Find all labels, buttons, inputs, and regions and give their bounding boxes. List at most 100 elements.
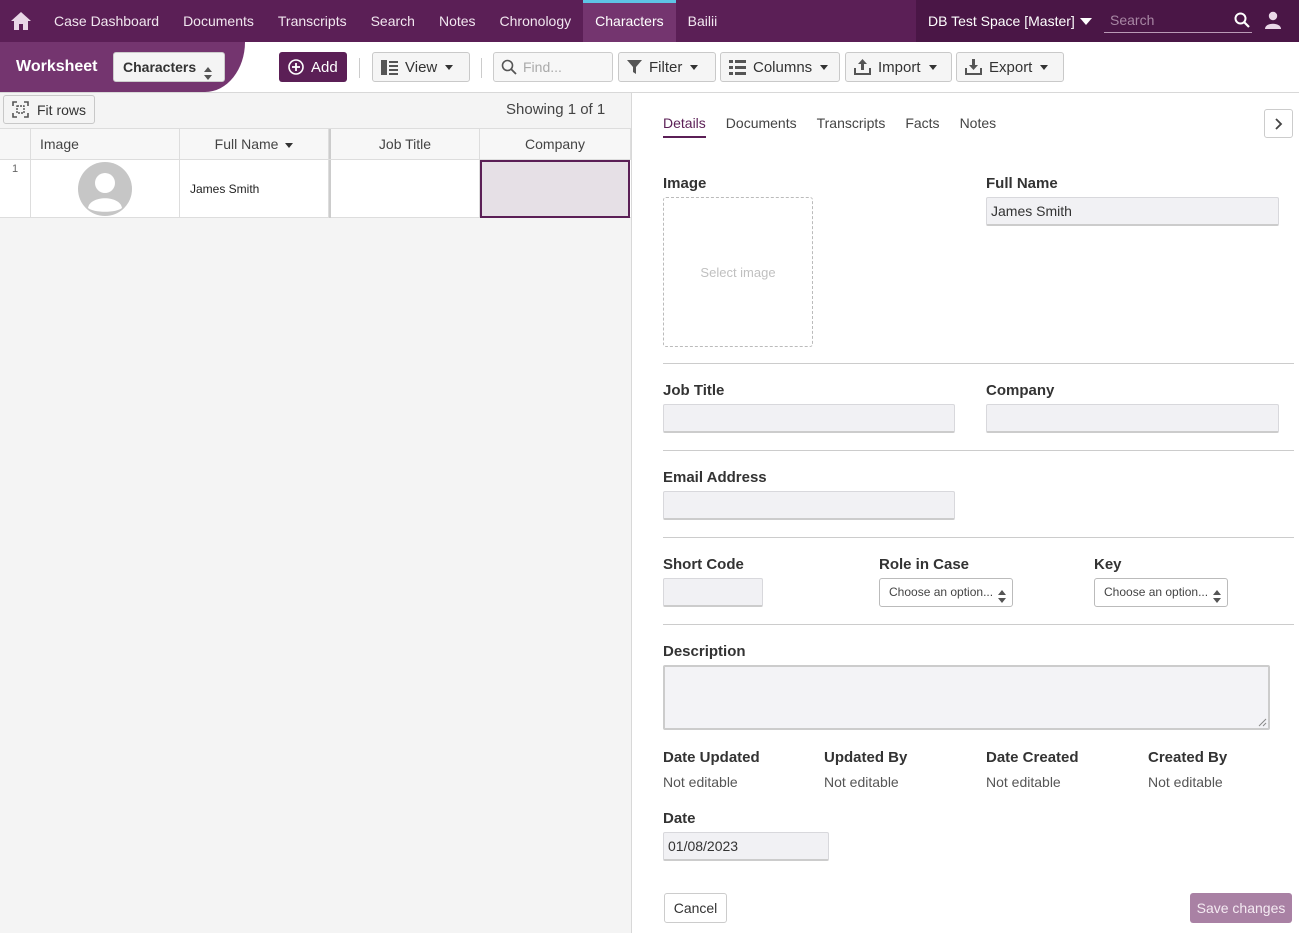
chevron-down-icon[interactable] — [1079, 17, 1092, 25]
image-label: Image — [663, 175, 707, 192]
tab-documents[interactable]: Documents — [726, 115, 797, 138]
column-header-image[interactable]: Image — [31, 129, 180, 159]
nav-case-dashboard[interactable]: Case Dashboard — [42, 0, 171, 42]
job-title-field[interactable] — [663, 404, 955, 433]
sheet-select[interactable]: Characters — [113, 52, 225, 82]
view-button-label: View — [405, 58, 438, 76]
date-label: Date — [663, 810, 696, 827]
cell-job-title[interactable] — [329, 160, 480, 218]
date-updated-label: Date Updated — [663, 749, 760, 766]
chevron-down-icon — [1040, 64, 1049, 70]
role-select-value: Choose an option... — [889, 585, 994, 599]
add-button-label: Add — [311, 58, 338, 76]
company-field[interactable] — [986, 404, 1279, 433]
chevron-right-icon — [1274, 117, 1282, 130]
nav-chronology[interactable]: Chronology — [488, 0, 584, 42]
sort-updown-icon — [998, 586, 1006, 613]
collapse-panel-button[interactable] — [1264, 109, 1293, 138]
description-label: Description — [663, 643, 746, 660]
row-number-header — [0, 129, 31, 159]
worksheet-tab: Worksheet Characters — [0, 42, 245, 92]
column-header-job-title[interactable]: Job Title — [329, 129, 480, 159]
grid-header: Image Full Name Job Title Company — [0, 128, 631, 160]
tab-facts[interactable]: Facts — [905, 115, 939, 138]
find-input[interactable] — [523, 59, 603, 75]
key-select-value: Choose an option... — [1104, 585, 1209, 599]
job-title-label: Job Title — [663, 382, 725, 399]
select-image-box[interactable]: Select image — [663, 197, 813, 347]
sort-updown-icon — [204, 61, 212, 89]
global-search-input[interactable] — [1104, 9, 1224, 31]
fit-rows-button[interactable]: Fit rows — [3, 95, 95, 124]
space-selector[interactable]: DB Test Space [Master] — [928, 13, 1075, 29]
sheet-select-value: Characters — [123, 59, 197, 75]
date-updated-value: Not editable — [663, 774, 738, 790]
search-icon — [501, 59, 517, 75]
divider — [663, 363, 1294, 364]
short-code-field[interactable] — [663, 578, 763, 607]
columns-icon — [729, 59, 746, 75]
import-button[interactable]: Import — [845, 52, 952, 82]
user-icon[interactable] — [1264, 11, 1282, 32]
worksheet-label: Worksheet — [16, 58, 98, 75]
save-changes-button[interactable]: Save changes — [1190, 893, 1292, 923]
cell-company[interactable] — [480, 160, 630, 218]
role-select[interactable]: Choose an option... — [879, 578, 1013, 607]
nav-search[interactable]: Search — [359, 0, 427, 42]
import-button-label: Import — [878, 58, 921, 76]
cell-full-name[interactable]: James Smith — [180, 160, 329, 218]
view-button[interactable]: View — [372, 52, 470, 82]
company-label: Company — [986, 382, 1055, 399]
space-section: DB Test Space [Master] — [916, 0, 1299, 42]
filter-button-label: Filter — [649, 58, 683, 76]
export-button-label: Export — [989, 58, 1033, 76]
row-number: 1 — [0, 160, 31, 218]
description-field[interactable] — [663, 665, 1270, 730]
tab-transcripts[interactable]: Transcripts — [817, 115, 886, 138]
tab-notes[interactable]: Notes — [960, 115, 997, 138]
column-header-company[interactable]: Company — [480, 129, 631, 159]
email-field[interactable] — [663, 491, 955, 520]
filter-button[interactable]: Filter — [618, 52, 716, 82]
search-icon[interactable] — [1234, 12, 1250, 31]
date-field[interactable]: 01/08/2023 — [663, 832, 829, 861]
export-button[interactable]: Export — [956, 52, 1064, 82]
nav-characters[interactable]: Characters — [583, 0, 676, 42]
plus-circle-icon — [288, 59, 304, 75]
column-header-full-name[interactable]: Full Name — [180, 129, 329, 159]
showing-count: Showing 1 of 1 — [506, 101, 606, 118]
columns-button[interactable]: Columns — [720, 52, 840, 82]
key-select[interactable]: Choose an option... — [1094, 578, 1228, 607]
nav-notes[interactable]: Notes — [427, 0, 488, 42]
home-icon[interactable] — [0, 0, 42, 42]
worksheet-toolbar: Worksheet Characters Add View Filter Col… — [0, 42, 1299, 93]
divider — [663, 450, 1294, 451]
chevron-down-icon — [690, 64, 699, 70]
download-icon — [965, 59, 982, 75]
upload-icon — [854, 59, 871, 75]
cell-image[interactable] — [31, 160, 180, 218]
detail-tabs: Details Documents Transcripts Facts Note… — [663, 115, 1016, 138]
grid-pane: Fit rows Showing 1 of 1 Image Full Name … — [0, 93, 631, 933]
nav-transcripts[interactable]: Transcripts — [266, 0, 359, 42]
chevron-down-icon — [820, 64, 829, 70]
find-field — [493, 52, 613, 82]
nav-documents[interactable]: Documents — [171, 0, 266, 42]
resize-handle-icon[interactable] — [1258, 718, 1267, 727]
updated-by-label: Updated By — [824, 749, 908, 766]
nav-bailii[interactable]: Bailii — [676, 0, 730, 42]
created-by-value: Not editable — [1148, 774, 1223, 790]
global-search — [1104, 9, 1252, 33]
table-row[interactable]: 1 James Smith — [0, 160, 631, 218]
add-button[interactable]: Add — [279, 52, 347, 82]
tab-details[interactable]: Details — [663, 115, 706, 138]
date-created-label: Date Created — [986, 749, 1079, 766]
sort-updown-icon — [1213, 586, 1221, 613]
fit-rows-icon — [12, 101, 29, 118]
full-name-field[interactable]: James Smith — [986, 197, 1279, 226]
top-nav: Case Dashboard Documents Transcripts Sea… — [0, 0, 1299, 42]
role-label: Role in Case — [879, 556, 970, 573]
email-label: Email Address — [663, 469, 767, 486]
toolbar-divider — [481, 58, 482, 78]
cancel-button[interactable]: Cancel — [664, 893, 727, 923]
